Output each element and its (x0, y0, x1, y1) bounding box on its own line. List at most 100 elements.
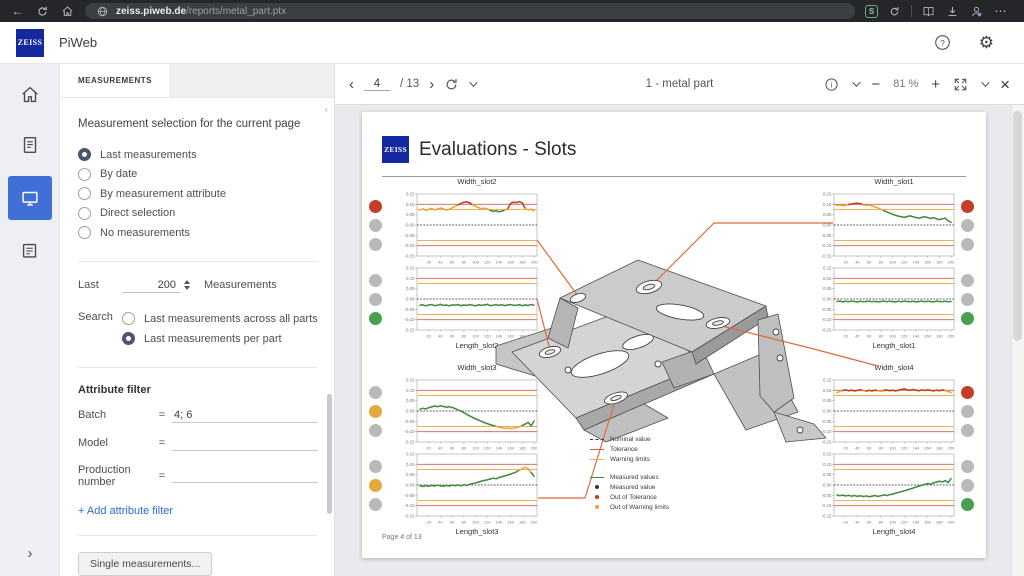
chart-title: Length_slot1 (807, 340, 957, 352)
close-icon[interactable]: × (1000, 76, 1010, 93)
stepper[interactable] (184, 280, 190, 290)
svg-text:0.05: 0.05 (823, 286, 832, 291)
canvas-scrollbar-thumb[interactable] (1013, 111, 1022, 341)
svg-text:160: 160 (924, 334, 931, 339)
svg-text:60: 60 (450, 334, 455, 339)
svg-text:0.15: 0.15 (823, 452, 832, 457)
last-count-input[interactable] (122, 278, 180, 293)
sidebar-item-forms[interactable] (0, 232, 60, 270)
status-light-yellow (369, 405, 382, 418)
chart-plot: 0.150.100.05-0.00-0.05-0.10-0.1520406080… (390, 374, 540, 452)
status-light-green (961, 498, 974, 511)
info-icon[interactable]: i (824, 77, 839, 92)
svg-text:200: 200 (531, 334, 538, 339)
back-icon[interactable]: ← (10, 4, 25, 19)
fullscreen-options-chevron-icon[interactable] (981, 78, 989, 86)
svg-text:0.05: 0.05 (406, 212, 415, 217)
radio-selected-icon[interactable] (122, 332, 135, 345)
radio-icon[interactable] (78, 207, 91, 220)
radio-option-per-part[interactable]: Last measurements per part (122, 329, 318, 349)
legend-item: Measured values (590, 472, 669, 482)
svg-text:-0.00: -0.00 (404, 297, 415, 302)
radio-option-by-date[interactable]: By date (78, 165, 318, 185)
chart-plot: 0.150.100.05-0.00-0.05-0.10-0.1520406080… (390, 448, 540, 526)
radio-option-last-measurements[interactable]: Last measurements (78, 145, 318, 165)
status-light-gray (961, 219, 974, 232)
radio-icon[interactable] (122, 312, 135, 325)
svg-text:200: 200 (531, 520, 538, 525)
single-measurements-button[interactable]: Single measurements... (78, 552, 212, 576)
add-attribute-filter-link[interactable]: + Add attribute filter (78, 505, 173, 517)
radio-icon[interactable] (78, 226, 91, 239)
chart-title: Length_slot4 (807, 526, 957, 538)
production-number-label: Production number (78, 464, 159, 488)
profile-icon[interactable] (969, 4, 984, 19)
rail-expand-chevron[interactable]: › (0, 545, 60, 562)
sidebar-item-reports[interactable] (0, 126, 60, 164)
status-light-green (961, 312, 974, 325)
svg-text:0.10: 0.10 (406, 388, 415, 393)
svg-text:-0.15: -0.15 (821, 328, 832, 333)
help-icon[interactable]: ? (934, 34, 951, 51)
next-page-icon[interactable]: › (429, 77, 434, 92)
zeiss-logo: ZEISS (16, 29, 44, 57)
svg-text:-0.00: -0.00 (404, 409, 415, 414)
svg-text:40: 40 (855, 334, 860, 339)
model-input[interactable] (172, 436, 318, 451)
report-canvas: ZEISS Evaluations - Slots Width_slot2 0.… (335, 105, 1024, 576)
radio-selected-icon[interactable] (78, 148, 91, 161)
tab-measurements[interactable]: MEASUREMENTS (60, 64, 171, 97)
svg-text:0.05: 0.05 (823, 398, 832, 403)
home-icon[interactable] (60, 4, 75, 19)
canvas-scrollbar[interactable] (1011, 105, 1024, 576)
status-light-gray (369, 293, 382, 306)
refresh-icon[interactable] (444, 77, 459, 92)
radio-icon[interactable] (78, 168, 91, 181)
fullscreen-icon[interactable] (953, 77, 968, 92)
refresh-options-chevron-icon[interactable] (469, 78, 477, 86)
svg-text:-0.05: -0.05 (404, 307, 415, 312)
collections-book-icon[interactable] (921, 4, 936, 19)
status-lights-width-slot1 (961, 200, 974, 251)
svg-text:40: 40 (855, 520, 860, 525)
measurements-suffix: Measurements (204, 279, 277, 291)
radio-icon[interactable] (78, 187, 91, 200)
info-options-chevron-icon[interactable] (853, 78, 861, 86)
chart-width-slot2: Width_slot2 0.150.100.05-0.00-0.05-0.10-… (390, 176, 540, 266)
production-number-input[interactable] (172, 468, 318, 483)
panel-scrollbar[interactable] (327, 394, 332, 514)
production-number-operator[interactable]: = (159, 470, 172, 482)
svg-text:-0.05: -0.05 (821, 493, 832, 498)
more-menu-icon[interactable]: ⋯ (993, 4, 1008, 19)
settings-gear-icon[interactable]: ⚙ (979, 34, 994, 51)
zoom-level: 81 % (893, 78, 918, 90)
radio-option-by-measurement-attribute[interactable]: By measurement attribute (78, 184, 318, 204)
svg-text:60: 60 (450, 520, 455, 525)
extension-sync-icon[interactable] (887, 4, 902, 19)
zoom-out-icon[interactable]: − (871, 77, 880, 92)
url-bar[interactable]: zeiss.piweb.de/reports/metal_part.ptx (85, 3, 855, 19)
legend-item: Tolerance (590, 444, 669, 454)
svg-text:0.10: 0.10 (406, 202, 415, 207)
sidebar-item-viewer[interactable] (8, 176, 52, 220)
status-light-red (369, 200, 382, 213)
status-light-gray (961, 424, 974, 437)
sidebar-item-home[interactable] (0, 76, 60, 114)
panel-collapse-icon[interactable]: ‹ (324, 104, 328, 116)
model-operator[interactable]: = (159, 437, 172, 449)
radio-option-direct-selection[interactable]: Direct selection (78, 204, 318, 224)
svg-text:-0.15: -0.15 (821, 254, 832, 259)
download-icon[interactable] (945, 4, 960, 19)
prev-page-icon[interactable]: ‹ (349, 77, 354, 92)
svg-text:80: 80 (879, 334, 884, 339)
svg-text:-0.10: -0.10 (404, 243, 415, 248)
radio-option-no-measurements[interactable]: No measurements (78, 223, 318, 243)
reload-icon[interactable] (35, 4, 50, 19)
page-number-input[interactable] (364, 78, 390, 91)
extension-s-icon[interactable]: S (865, 5, 878, 18)
radio-option-across-all-parts[interactable]: Last measurements across all parts (122, 309, 318, 329)
batch-input[interactable] (172, 408, 318, 423)
svg-text:-0.10: -0.10 (404, 503, 415, 508)
zoom-in-icon[interactable]: + (931, 77, 940, 92)
batch-operator[interactable]: = (159, 409, 172, 421)
